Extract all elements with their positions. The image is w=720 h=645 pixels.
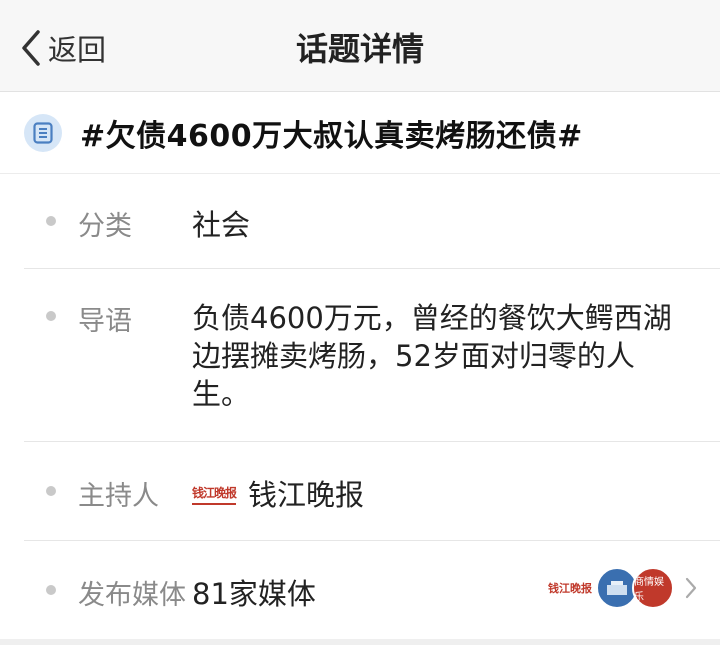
media-logo-qjwb: 钱江晚报: [548, 582, 592, 595]
media-avatar-sqyl: 商情娱乐: [632, 567, 674, 609]
media-label: 发布媒体: [78, 580, 186, 611]
category-row: 分类 社会: [0, 174, 720, 268]
host-label: 主持人: [78, 481, 159, 512]
chevron-right-icon[interactable]: [684, 575, 698, 601]
topic-title: #欠债4600万大叔认真卖烤肠还债#: [80, 118, 583, 154]
media-logos[interactable]: 钱江晚报 商情娱乐: [548, 567, 698, 609]
media-row[interactable]: 发布媒体 81家媒体 钱江晚报 商情娱乐: [0, 541, 720, 639]
category-label: 分类: [78, 211, 132, 242]
intro-value: 负债4600万元，曾经的餐饮大鳄西湖边摆摊卖烤肠，52岁面对归零的人生。: [192, 301, 672, 411]
host-value[interactable]: 钱江晚报 钱江晚报: [192, 472, 364, 514]
intro-row: 导语 负债4600万元，曾经的餐饮大鳄西湖边摆摊卖烤肠，52岁面对归零的人生。: [0, 269, 720, 441]
nav-bar: 返回 话题详情: [0, 0, 720, 92]
host-name[interactable]: 钱江晚报: [248, 472, 364, 514]
bullet-dot: [46, 216, 56, 226]
bullet-dot: [46, 585, 56, 595]
topic-header: #欠债4600万大叔认真卖烤肠还债#: [0, 92, 720, 174]
host-logo: 钱江晚报: [192, 482, 237, 505]
intro-label: 导语: [78, 306, 132, 337]
media-count: 81家媒体: [192, 577, 316, 611]
list-document-icon: [24, 113, 62, 152]
bullet-dot: [46, 311, 56, 321]
topic-details: 分类 社会 导语 负债4600万元，曾经的餐饮大鳄西湖边摆摊卖烤肠，52岁面对归…: [0, 174, 720, 639]
page-title: 话题详情: [295, 30, 424, 68]
bullet-dot: [46, 486, 56, 496]
host-row[interactable]: 主持人 钱江晚报 钱江晚报: [0, 442, 720, 540]
category-value: 社会: [192, 208, 251, 242]
bottom-spacer: [0, 639, 720, 645]
